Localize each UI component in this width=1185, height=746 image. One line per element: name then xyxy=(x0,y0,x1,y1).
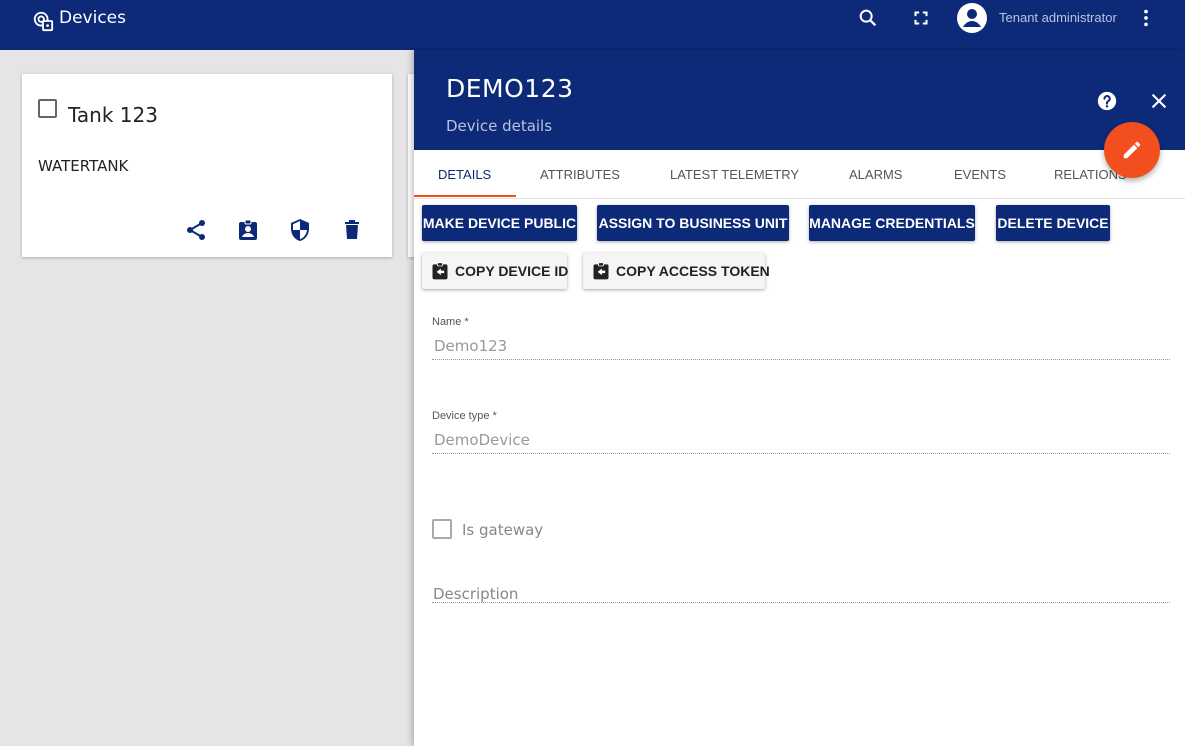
details-tabs: DETAILS ATTRIBUTES LATEST TELEMETRY ALAR… xyxy=(414,150,1185,199)
page-title: Devices xyxy=(59,8,126,28)
search-icon[interactable] xyxy=(857,7,879,29)
edit-pencil-icon xyxy=(1123,141,1141,159)
devices-icon xyxy=(33,11,54,32)
copy-access-token-button[interactable]: COPY ACCESS TOKEN xyxy=(583,253,770,289)
clipboard-arrow-icon xyxy=(593,262,609,280)
device-details-panel: DEMO123 Device details DETAILS ATTRIBUTE… xyxy=(414,50,1185,746)
tab-attributes[interactable]: ATTRIBUTES xyxy=(540,167,620,182)
device-card[interactable]: Tank 123 WATERTANK xyxy=(22,74,392,257)
description-field[interactable]: Description xyxy=(433,585,518,603)
more-vert-icon[interactable] xyxy=(1135,7,1157,29)
help-icon[interactable] xyxy=(1096,90,1118,112)
name-field-label: Name * xyxy=(432,316,469,328)
card-title: Tank 123 xyxy=(68,103,158,127)
active-tab-indicator xyxy=(414,195,516,197)
share-icon[interactable] xyxy=(184,218,208,242)
card-select-checkbox[interactable] xyxy=(38,99,57,118)
details-header: DEMO123 Device details xyxy=(414,50,1185,150)
device-type-field-underline xyxy=(432,453,1170,454)
clipboard-arrow-icon xyxy=(432,262,448,280)
delete-device-button[interactable]: DELETE DEVICE xyxy=(996,205,1110,241)
security-shield-icon[interactable] xyxy=(288,218,312,242)
user-name[interactable]: Tenant administrator xyxy=(999,10,1117,25)
tab-events[interactable]: EVENTS xyxy=(954,167,1006,182)
tab-alarms[interactable]: ALARMS xyxy=(849,167,902,182)
device-type-field[interactable]: DemoDevice xyxy=(434,431,530,449)
manage-credentials-button[interactable]: MANAGE CREDENTIALS xyxy=(809,205,975,241)
device-type-field-label: Device type * xyxy=(432,410,497,422)
is-gateway-label: Is gateway xyxy=(462,521,544,539)
tab-details[interactable]: DETAILS xyxy=(438,167,491,182)
copy-access-token-label: COPY ACCESS TOKEN xyxy=(616,263,770,279)
card-device-type: WATERTANK xyxy=(38,157,129,175)
account-circle-icon[interactable] xyxy=(956,2,988,34)
fullscreen-icon[interactable] xyxy=(910,7,932,29)
details-subtitle: Device details xyxy=(446,117,553,135)
description-field-underline xyxy=(432,602,1170,603)
assignment-ind-icon[interactable] xyxy=(236,218,260,242)
name-field-underline xyxy=(432,359,1170,360)
is-gateway-checkbox[interactable] xyxy=(432,519,452,539)
delete-icon[interactable] xyxy=(340,218,364,242)
edit-fab-button[interactable] xyxy=(1104,122,1160,178)
tab-latest-telemetry[interactable]: LATEST TELEMETRY xyxy=(670,167,799,182)
copy-device-id-button[interactable]: COPY DEVICE ID xyxy=(422,253,569,289)
name-field[interactable]: Demo123 xyxy=(434,337,507,355)
assign-to-business-unit-button[interactable]: ASSIGN TO BUSINESS UNIT xyxy=(597,205,789,241)
copy-device-id-label: COPY DEVICE ID xyxy=(455,263,569,279)
close-icon[interactable] xyxy=(1148,90,1170,112)
make-device-public-button[interactable]: MAKE DEVICE PUBLIC xyxy=(422,205,577,241)
top-toolbar: Devices Tenant administrator xyxy=(0,0,1185,50)
details-title: DEMO123 xyxy=(446,74,574,103)
